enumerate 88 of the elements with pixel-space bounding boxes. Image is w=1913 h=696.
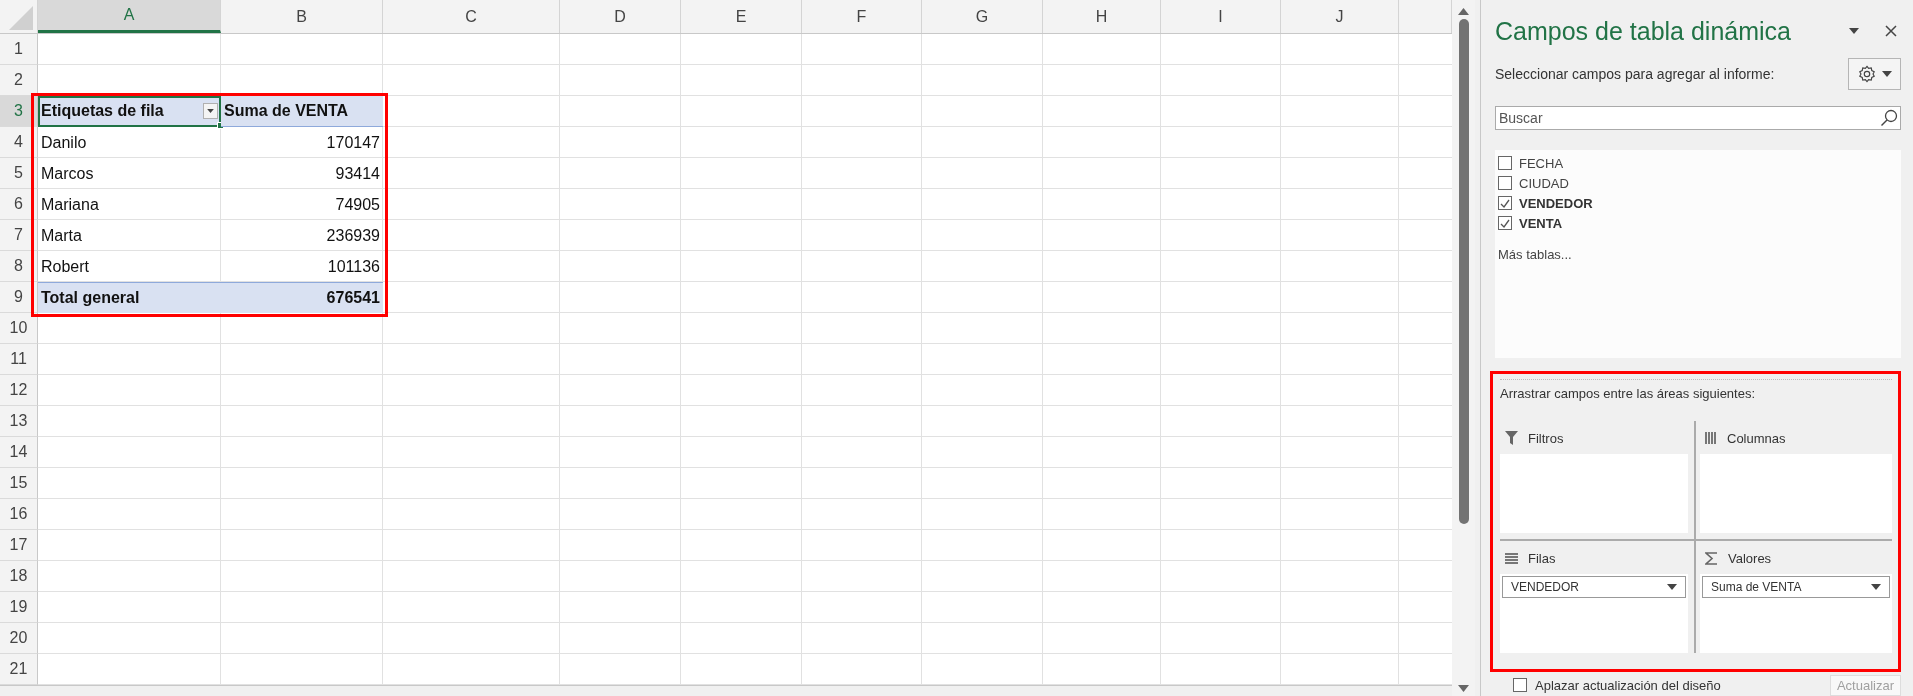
checkbox[interactable]	[1498, 196, 1512, 210]
row-header[interactable]: 6	[0, 189, 38, 220]
instruction-text: Seleccionar campos para agregar al informe:	[1495, 66, 1775, 82]
row-header[interactable]: 17	[0, 530, 38, 561]
column-header[interactable]: B	[221, 0, 383, 33]
columns-icon	[1705, 432, 1717, 444]
column-header[interactable]: D	[560, 0, 681, 33]
area-title: Columnas	[1727, 430, 1786, 446]
column-header[interactable]: I	[1161, 0, 1281, 33]
row-header[interactable]: 9	[0, 282, 38, 313]
row-header[interactable]: 5	[0, 158, 38, 189]
row-header[interactable]: 14	[0, 437, 38, 468]
table-cell-text: Robert	[40, 256, 91, 277]
caret-icon	[207, 109, 214, 113]
area-title: Filas	[1528, 550, 1556, 566]
scroll-down-icon	[1458, 685, 1469, 692]
checkbox[interactable]	[1498, 216, 1512, 230]
table-cell: Total general	[38, 282, 221, 313]
scroll-up-icon	[1458, 8, 1469, 15]
tools-button[interactable]	[1848, 58, 1901, 90]
field-label[interactable]: VENDEDOR	[1519, 195, 1593, 211]
filter-dropdown-button[interactable]	[203, 103, 218, 119]
field-label[interactable]: FECHA	[1519, 155, 1564, 171]
table-cell-text: 170147	[325, 132, 381, 153]
column-header[interactable]: G	[922, 0, 1043, 33]
table-cell-text: 74905	[334, 194, 381, 215]
row-header[interactable]: 2	[0, 65, 38, 96]
row-header[interactable]: 18	[0, 561, 38, 592]
vertical-scrollbar[interactable]	[1452, 0, 1475, 696]
column-header[interactable]: E	[681, 0, 802, 33]
row-header[interactable]: 1	[0, 34, 38, 65]
row-header[interactable]: 11	[0, 344, 38, 375]
table-cell-text: Danilo	[40, 132, 88, 153]
area-title: Filtros	[1528, 430, 1564, 446]
cell-grid[interactable]: 1 2 3 Etiquetas de fila Suma de VENTA 4 Danilo 170147 5 Marcos 93414 6 Mariana 74905 7 Marta 236939 8 Robert 101136 9 Total general 676541 10 11 12 13 14 15 16 17 18 19 20 21	[0, 34, 1452, 685]
row-header[interactable]: 13	[0, 406, 38, 437]
row-header[interactable]: 4	[0, 127, 38, 158]
column-header[interactable]: A	[38, 0, 221, 33]
instruction-text: Arrastrar campos entre las áreas siguientes:	[1500, 385, 1757, 401]
table-cell-text: Marcos	[40, 163, 95, 184]
row-header[interactable]: 19	[0, 592, 38, 623]
drop-zone[interactable]: VENDEDOR	[1500, 574, 1688, 653]
table-header-label: Etiquetas de fila	[41, 102, 164, 120]
table-cell-text: Marta	[40, 225, 83, 246]
column-header[interactable]: C	[383, 0, 560, 33]
field-label[interactable]: CIUDAD	[1519, 175, 1569, 191]
caret-icon	[1849, 28, 1859, 34]
scrollbar-thumb[interactable]	[1458, 19, 1469, 524]
table-cell-text: 101136	[326, 256, 381, 277]
column-header[interactable]: F	[802, 0, 922, 33]
row-header[interactable]: 8	[0, 251, 38, 282]
row-header[interactable]: 7	[0, 220, 38, 251]
field-label[interactable]: VENTA	[1519, 215, 1563, 231]
search-icon	[1880, 109, 1898, 127]
row-header[interactable]: 10	[0, 313, 38, 344]
more-tables-link[interactable]: Más tablas...	[1498, 247, 1898, 262]
close-icon	[1885, 25, 1897, 37]
column-header[interactable]: J	[1281, 0, 1399, 33]
table-cell: 676541	[221, 282, 383, 313]
area-field-dropdown[interactable]: Suma de VENTA	[1702, 576, 1890, 598]
table-cell-text: 236939	[325, 225, 381, 246]
caret-icon	[1871, 584, 1881, 590]
funnel-icon	[1505, 431, 1518, 445]
caret-icon	[1881, 71, 1892, 77]
area-field-dropdown[interactable]: VENDEDOR	[1502, 576, 1686, 598]
checkbox[interactable]	[1498, 156, 1512, 170]
rows-icon	[1505, 552, 1518, 564]
checkbox[interactable]	[1513, 678, 1527, 692]
caret-icon	[1667, 584, 1677, 590]
row-header[interactable]: 16	[0, 499, 38, 530]
column-header[interactable]: H	[1043, 0, 1161, 33]
search-field[interactable]: Buscar	[1495, 106, 1901, 130]
table-cell-text: 93414	[334, 163, 381, 184]
pane-title: Campos de tabla dinámica	[1494, 16, 1791, 46]
settings-icon	[1857, 65, 1876, 83]
row-header[interactable]: 15	[0, 468, 38, 499]
row-header[interactable]: 21	[0, 654, 38, 685]
row-header[interactable]: 3	[0, 96, 38, 127]
checkbox[interactable]	[1498, 176, 1512, 190]
table-header[interactable]: Etiquetas de fila	[38, 96, 221, 127]
drop-zone[interactable]: Suma de VENTA	[1700, 574, 1892, 653]
table-header: Suma de VENTA	[221, 96, 383, 127]
sigma-icon	[1705, 551, 1718, 565]
table-cell-text: Mariana	[40, 194, 100, 215]
area-title: Valores	[1728, 550, 1772, 566]
row-header[interactable]: 20	[0, 623, 38, 654]
checkbox-label[interactable]: Aplazar actualización del diseño	[1535, 677, 1721, 693]
row-header[interactable]: 12	[0, 375, 38, 406]
